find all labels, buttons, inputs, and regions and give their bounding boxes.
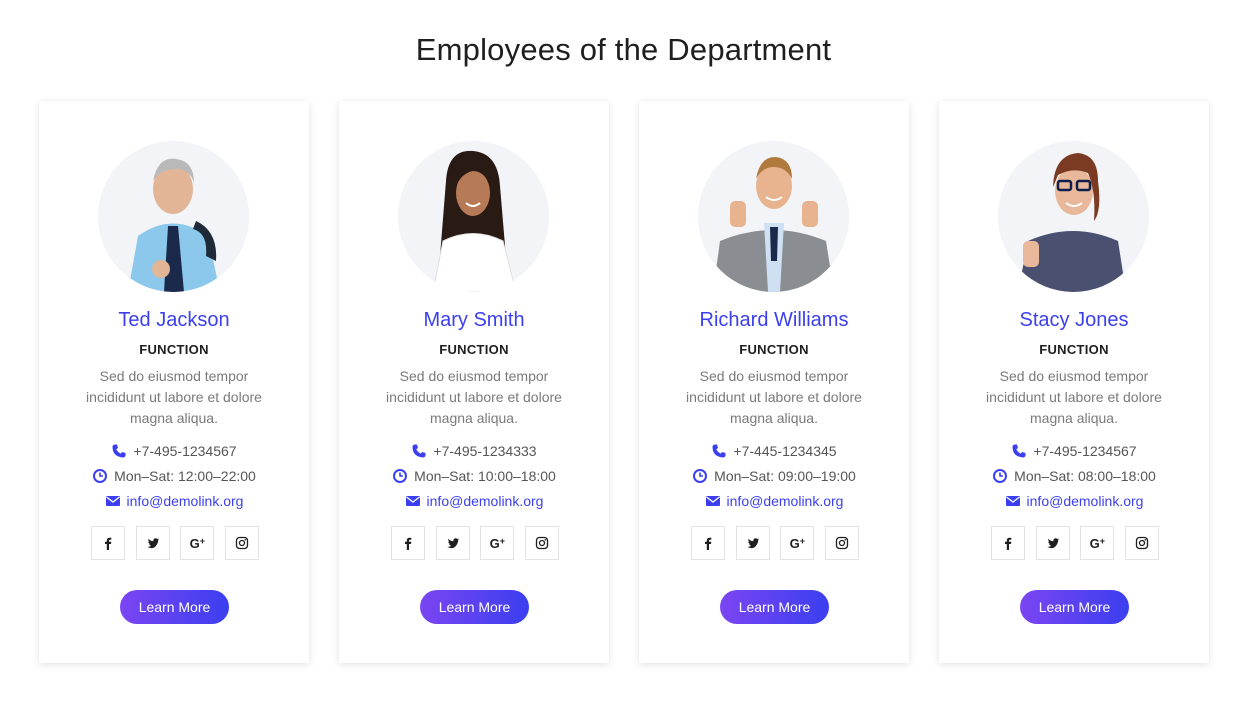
google-plus-icon[interactable]: G +	[780, 526, 815, 560]
employee-card: Stacy Jones FUNCTION Sed do eiusmod temp…	[939, 101, 1209, 663]
envelope-icon	[705, 496, 720, 506]
social-links: G +	[91, 526, 259, 560]
hours-row: Mon–Sat: 08:00–18:00	[939, 466, 1209, 486]
phone-number: +7-495-1234567	[133, 443, 237, 459]
email-link[interactable]: info@demolink.org	[127, 493, 244, 509]
employee-function: FUNCTION	[739, 342, 809, 357]
email-link[interactable]: info@demolink.org	[727, 493, 844, 509]
facebook-icon[interactable]	[991, 526, 1025, 560]
email-row[interactable]: info@demolink.org	[939, 491, 1209, 511]
working-hours: Mon–Sat: 08:00–18:00	[1014, 468, 1156, 484]
employee-description: Sed do eiusmod tempor incididunt ut labo…	[386, 368, 562, 426]
employee-description: Sed do eiusmod tempor incididunt ut labo…	[86, 368, 262, 426]
employee-function: FUNCTION	[439, 342, 509, 357]
google-plus-icon[interactable]: G +	[480, 526, 515, 560]
employee-function: FUNCTION	[139, 342, 209, 357]
working-hours: Mon–Sat: 10:00–18:00	[414, 468, 556, 484]
twitter-icon[interactable]	[135, 526, 170, 560]
phone-number: +7-495-1234567	[1033, 443, 1137, 459]
envelope-icon	[105, 496, 120, 506]
woman-dark-hair-photo	[398, 141, 549, 292]
employee-description: Sed do eiusmod tempor incididunt ut labo…	[686, 368, 862, 426]
facebook-icon[interactable]	[91, 526, 125, 560]
phone-row[interactable]: +7-495-1234333	[339, 441, 609, 461]
clock-icon	[693, 469, 708, 483]
social-links: G +	[391, 526, 559, 560]
phone-icon	[712, 444, 726, 458]
instagram-icon[interactable]	[524, 526, 559, 560]
working-hours: Mon–Sat: 09:00–19:00	[714, 468, 856, 484]
employee-card: Mary Smith FUNCTION Sed do eiusmod tempo…	[339, 101, 609, 663]
learn-more-button[interactable]: Learn More	[1020, 590, 1129, 624]
employee-photo	[698, 141, 849, 292]
employee-cards: Ted Jackson FUNCTION Sed do eiusmod temp…	[0, 0, 1247, 707]
employee-description: Sed do eiusmod tempor incididunt ut labo…	[986, 368, 1162, 426]
employee-photo	[98, 141, 249, 292]
phone-row[interactable]: +7-495-1234567	[39, 441, 309, 461]
man-gray-hair-photo	[98, 141, 249, 292]
email-row[interactable]: info@demolink.org	[339, 491, 609, 511]
learn-more-button[interactable]: Learn More	[120, 590, 229, 624]
employee-card: Ted Jackson FUNCTION Sed do eiusmod temp…	[39, 101, 309, 663]
phone-number: +7-495-1234333	[433, 443, 537, 459]
employee-function: FUNCTION	[1039, 342, 1109, 357]
learn-more-button[interactable]: Learn More	[720, 590, 829, 624]
envelope-icon	[1005, 496, 1020, 506]
email-row[interactable]: info@demolink.org	[39, 491, 309, 511]
employee-name[interactable]: Mary Smith	[339, 309, 609, 332]
google-plus-icon[interactable]: G +	[1080, 526, 1115, 560]
clock-icon	[393, 469, 408, 483]
phone-row[interactable]: +7-495-1234567	[939, 441, 1209, 461]
email-row[interactable]: info@demolink.org	[639, 491, 909, 511]
twitter-icon[interactable]	[735, 526, 770, 560]
clock-icon	[93, 469, 108, 483]
email-link[interactable]: info@demolink.org	[427, 493, 544, 509]
instagram-icon[interactable]	[224, 526, 259, 560]
phone-number: +7-445-1234345	[733, 443, 837, 459]
social-links: G +	[991, 526, 1159, 560]
instagram-icon[interactable]	[824, 526, 859, 560]
email-link[interactable]: info@demolink.org	[1027, 493, 1144, 509]
hours-row: Mon–Sat: 12:00–22:00	[39, 466, 309, 486]
facebook-icon[interactable]	[391, 526, 425, 560]
employee-photo	[998, 141, 1149, 292]
phone-row[interactable]: +7-445-1234345	[639, 441, 909, 461]
employee-card: Richard Williams FUNCTION Sed do eiusmod…	[639, 101, 909, 663]
twitter-icon[interactable]	[435, 526, 470, 560]
phone-icon	[1012, 444, 1026, 458]
hours-row: Mon–Sat: 10:00–18:00	[339, 466, 609, 486]
employee-name[interactable]: Ted Jackson	[39, 309, 309, 332]
clock-icon	[993, 469, 1008, 483]
envelope-icon	[405, 496, 420, 506]
employee-photo	[398, 141, 549, 292]
google-plus-icon[interactable]: G +	[180, 526, 215, 560]
twitter-icon[interactable]	[1035, 526, 1070, 560]
employee-name[interactable]: Stacy Jones	[939, 309, 1209, 332]
facebook-icon[interactable]	[691, 526, 725, 560]
hours-row: Mon–Sat: 09:00–19:00	[639, 466, 909, 486]
instagram-icon[interactable]	[1124, 526, 1159, 560]
woman-glasses-photo	[998, 141, 1149, 292]
man-thumbs-up-photo	[698, 141, 849, 292]
employee-name[interactable]: Richard Williams	[639, 309, 909, 332]
social-links: G +	[691, 526, 859, 560]
working-hours: Mon–Sat: 12:00–22:00	[114, 468, 256, 484]
phone-icon	[112, 444, 126, 458]
learn-more-button[interactable]: Learn More	[420, 590, 529, 624]
phone-icon	[412, 444, 426, 458]
